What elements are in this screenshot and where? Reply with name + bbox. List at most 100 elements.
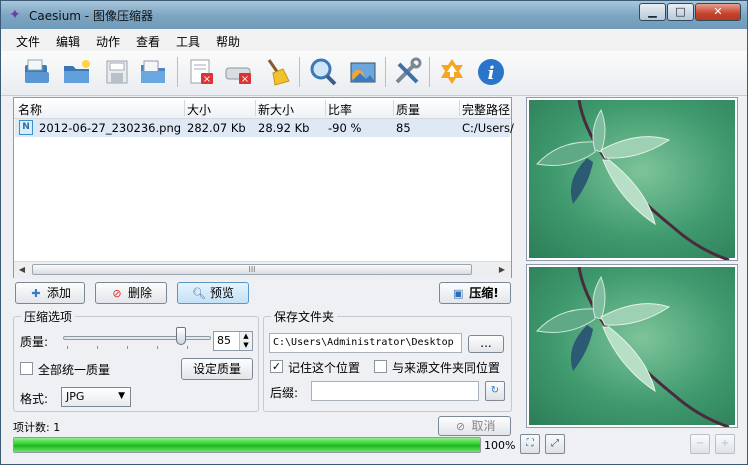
- actual-size-icon[interactable]: ⤢: [545, 434, 565, 454]
- menu-file[interactable]: 文件: [16, 33, 40, 50]
- quality-spinbox[interactable]: 85 ▲ ▼: [213, 331, 253, 351]
- clear-list-broom-icon[interactable]: [261, 56, 293, 88]
- same-quality-label: 全部统一质量: [38, 363, 111, 377]
- checkmark-icon: ✓: [271, 360, 282, 373]
- compressed-image: [529, 266, 735, 427]
- cell-new-size: 28.92 Kb: [258, 121, 310, 135]
- toolbar-separator: [385, 57, 386, 87]
- png-file-icon: N: [19, 120, 33, 135]
- caesium-app-icon: ✦: [9, 7, 21, 23]
- window-title: Caesium - 图像压缩器: [29, 9, 153, 23]
- spin-up-icon[interactable]: ▲: [239, 332, 252, 341]
- file-list[interactable]: 名称 大小 新大小 比率 质量 完整路径 N 2012-06-27_230236…: [13, 97, 514, 278]
- horizontal-scrollbar[interactable]: ◀ III ▶: [14, 261, 511, 278]
- refresh-icon[interactable]: ↻: [485, 381, 505, 401]
- cell-path: C:/Users/: [462, 121, 514, 135]
- table-row[interactable]: N 2012-06-27_230236.png 282.07 Kb 28.92 …: [15, 119, 514, 137]
- fit-to-window-icon[interactable]: ⛶: [520, 434, 540, 454]
- same-as-source-checkbox[interactable]: [374, 360, 387, 373]
- settings-tools-icon[interactable]: [391, 56, 423, 88]
- compress-icon: ▣: [453, 287, 464, 300]
- item-count: 项计数: 1: [13, 421, 61, 434]
- remember-location-label: 记住这个位置: [288, 361, 361, 375]
- update-icon[interactable]: [436, 56, 468, 88]
- menu-view[interactable]: 查看: [136, 33, 160, 50]
- progress-bar: [13, 437, 481, 453]
- remove-all-icon[interactable]: ×: [223, 56, 255, 88]
- save-icon[interactable]: [101, 56, 133, 88]
- toolbar-separator: [299, 57, 300, 87]
- browse-button[interactable]: ...: [468, 335, 504, 353]
- original-preview[interactable]: [526, 97, 738, 261]
- cell-name: 2012-06-27_230236.png: [39, 121, 182, 135]
- zoom-out-icon[interactable]: −: [690, 434, 710, 454]
- compress-button[interactable]: ▣ 压缩!: [439, 282, 511, 304]
- minimize-button[interactable]: ▁: [639, 3, 666, 21]
- no-entry-icon: ⊘: [112, 287, 122, 300]
- open-folder-icon[interactable]: [61, 56, 93, 88]
- scroll-right-icon[interactable]: ▶: [496, 264, 508, 276]
- output-folder-input[interactable]: C:\Users\Administrator\Desktop: [269, 333, 462, 353]
- chevron-down-icon: ▼: [118, 391, 125, 401]
- compressed-preview[interactable]: [526, 264, 738, 428]
- menu-bar: 文件 编辑 动作 查看 工具 帮助: [1, 29, 747, 51]
- spin-down-icon[interactable]: ▼: [239, 341, 252, 350]
- format-select[interactable]: JPG ▼: [61, 387, 131, 407]
- cancel-button[interactable]: ⊘ 取消: [438, 416, 511, 436]
- zoom-in-icon[interactable]: +: [715, 434, 735, 454]
- zoom-preview-icon[interactable]: [307, 56, 339, 88]
- quality-value[interactable]: 85: [217, 334, 231, 347]
- close-button[interactable]: ✕: [695, 3, 741, 21]
- column-quality[interactable]: 质量: [396, 101, 420, 118]
- toolbar-separator: [429, 57, 430, 87]
- toolbar-separator: [177, 57, 178, 87]
- main-window: ✦ Caesium - 图像压缩器 ▁ □ ✕ 文件 编辑 动作 查看 工具 帮…: [0, 0, 748, 465]
- add-button[interactable]: ✚ 添加: [15, 282, 85, 304]
- maximize-button[interactable]: □: [667, 3, 694, 21]
- list-header: 名称 大小 新大小 比率 质量 完整路径: [14, 98, 511, 119]
- delete-button[interactable]: ⊘ 删除: [95, 282, 167, 304]
- progress-text: 100%: [484, 439, 516, 452]
- same-quality-checkbox[interactable]: [20, 362, 33, 375]
- magnifier-icon: 🔍︎: [192, 287, 206, 300]
- cell-size: 282.07 Kb: [187, 121, 246, 135]
- plus-icon: ✚: [31, 287, 41, 300]
- svg-text:×: ×: [203, 74, 211, 85]
- remove-item-icon[interactable]: ×: [185, 56, 217, 88]
- save-list-icon[interactable]: [137, 56, 169, 88]
- title-bar[interactable]: ✦ Caesium - 图像压缩器 ▁ □ ✕: [1, 1, 747, 29]
- column-size[interactable]: 大小: [187, 101, 211, 118]
- suffix-input[interactable]: [311, 381, 479, 401]
- output-folder-path: C:\Users\Administrator\Desktop: [273, 337, 454, 348]
- toolbar: × × i: [1, 51, 747, 96]
- column-ratio[interactable]: 比率: [328, 101, 352, 118]
- original-image: [529, 99, 735, 260]
- menu-edit[interactable]: 编辑: [56, 33, 80, 50]
- slider-tick: [127, 346, 128, 349]
- scroll-left-icon[interactable]: ◀: [16, 264, 28, 276]
- column-full-path[interactable]: 完整路径: [462, 101, 510, 118]
- format-label: 格式:: [20, 392, 49, 406]
- slider-tick: [157, 346, 158, 349]
- format-value: JPG: [66, 390, 85, 403]
- menu-action[interactable]: 动作: [96, 33, 120, 50]
- progress-fill: [14, 438, 480, 452]
- image-preview-icon[interactable]: [346, 56, 378, 88]
- column-name[interactable]: 名称: [18, 101, 42, 118]
- quality-slider-thumb[interactable]: [175, 327, 186, 345]
- set-quality-button[interactable]: 设定质量: [181, 358, 253, 380]
- info-icon[interactable]: i: [475, 56, 507, 88]
- menu-help[interactable]: 帮助: [216, 33, 240, 50]
- quality-label: 质量:: [20, 335, 49, 349]
- open-file-icon[interactable]: [21, 56, 53, 88]
- quality-slider[interactable]: [63, 336, 211, 340]
- svg-text:×: ×: [241, 74, 249, 85]
- remember-location-checkbox[interactable]: ✓: [270, 360, 283, 373]
- no-entry-icon: ⊘: [455, 420, 466, 433]
- menu-tools[interactable]: 工具: [176, 33, 200, 50]
- cell-ratio: -90 %: [328, 121, 362, 135]
- preview-button[interactable]: 🔍︎ 预览: [177, 282, 249, 304]
- column-new-size[interactable]: 新大小: [258, 101, 294, 118]
- output-folder-title: 保存文件夹: [271, 308, 338, 325]
- scroll-thumb[interactable]: III: [32, 264, 472, 275]
